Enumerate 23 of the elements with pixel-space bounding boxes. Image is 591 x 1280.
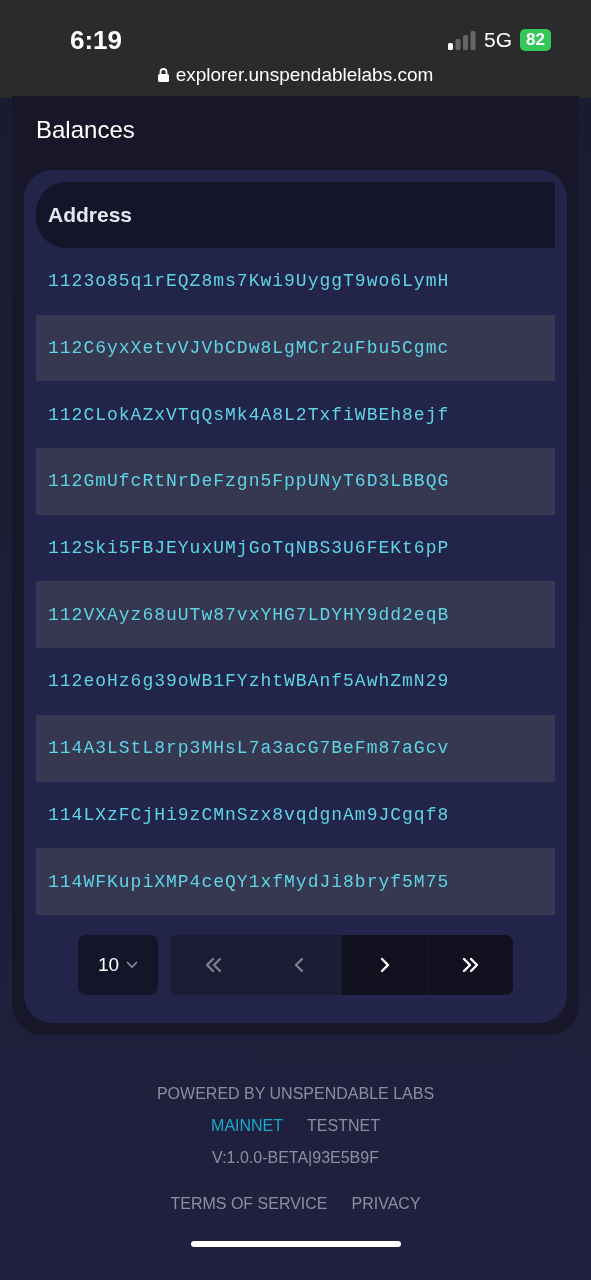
address-link[interactable]: 112CLokAZxVTqQsMk4A8L2TxfiWBEh8ejf [48, 404, 450, 425]
footer-link[interactable]: TERMS OF SERVICE [170, 1194, 328, 1213]
caret-icon [126, 960, 139, 969]
signal-icon [448, 30, 477, 50]
network-type: 5G [484, 28, 513, 52]
address-link[interactable]: 112Ski5FBJEYuxUMjGoTqNBS3U6FEKt6pP [48, 538, 450, 559]
address-link[interactable]: 114LXzFCjHi9zCMnSzx8vqdgnAm9JCgqf8 [48, 804, 450, 825]
section-title: Balances [36, 116, 136, 144]
powered-by-text: POWERED BY UNSPENDABLE LABS [156, 1084, 435, 1103]
address-link[interactable]: 112eoHz6g39oWB1FYzhtWBAnf5AwhZmN29 [48, 671, 450, 692]
network-link[interactable]: MAINNET [211, 1116, 284, 1135]
battery-level: 82 [520, 29, 551, 51]
url-text[interactable]: explorer.unspendablelabs.com [175, 64, 434, 86]
last-page-button[interactable] [428, 934, 513, 995]
footer-link[interactable]: PRIVACY [351, 1194, 421, 1213]
status-time: 6:19 [70, 24, 123, 56]
network-link[interactable]: TESTNET [307, 1116, 380, 1135]
next-page-button[interactable] [342, 934, 427, 995]
address-link[interactable]: 1123o85q1rEQZ8ms7Kwi9UyggT9wo6LymH [48, 271, 450, 292]
column-header: Address [48, 203, 133, 227]
page-size-select[interactable]: 10 [78, 934, 158, 995]
lock-icon [157, 68, 169, 82]
version-text: V:1.0.0-BETA|93E5B9F [212, 1148, 379, 1167]
